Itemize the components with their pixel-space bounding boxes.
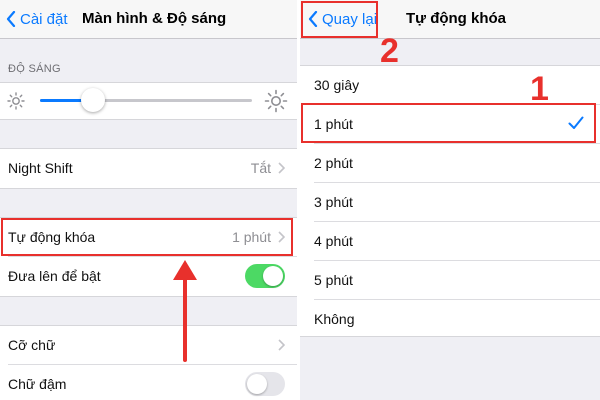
brightness-header: ĐỘ SÁNG: [8, 63, 61, 75]
chevron-right-icon: [278, 339, 285, 351]
toggle-knob: [263, 266, 283, 286]
bold-text-toggle[interactable]: [245, 372, 285, 396]
night-shift-value: Tắt: [250, 160, 271, 176]
option-3-minutes[interactable]: 3 phút: [300, 183, 600, 221]
option-label: 3 phút: [314, 194, 353, 210]
option-label: 4 phút: [314, 233, 353, 249]
sun-small-icon: [7, 92, 25, 110]
option-2-minutes[interactable]: 2 phút: [300, 144, 600, 182]
auto-lock-highlight-box: [1, 218, 293, 256]
option-label: 5 phút: [314, 272, 353, 288]
text-size-label: Cỡ chữ: [8, 337, 56, 353]
auto-lock-screen: Quay lại Tự động khóa 30 giây 1 phút 2 p…: [300, 0, 600, 400]
brightness-slider[interactable]: [40, 88, 252, 112]
night-shift-label: Night Shift: [8, 160, 73, 176]
back-button-highlight-box: [301, 1, 378, 38]
back-button-settings[interactable]: Cài đặt: [6, 0, 68, 38]
raise-to-wake-toggle[interactable]: [245, 264, 285, 288]
night-shift-row[interactable]: Night Shift Tắt: [0, 149, 297, 187]
option-never[interactable]: Không: [300, 300, 600, 338]
display-brightness-screen: Cài đặt Màn hình & Độ sáng ĐỘ SÁNG Night…: [0, 0, 297, 400]
toggle-knob: [247, 374, 267, 394]
option-highlight-box: [301, 103, 596, 143]
option-5-minutes[interactable]: 5 phút: [300, 261, 600, 299]
arrow-up-icon: [173, 260, 197, 362]
page-title: Màn hình & Độ sáng: [82, 10, 227, 27]
back-label: Cài đặt: [20, 10, 68, 28]
night-shift-group: Night Shift Tắt: [0, 148, 297, 189]
step-number-2: 2: [380, 32, 399, 70]
brightness-slider-thumb[interactable]: [81, 88, 105, 112]
option-label: Không: [314, 311, 355, 327]
raise-to-wake-row: Đưa lên để bật: [0, 257, 297, 295]
option-30-seconds[interactable]: 30 giây: [300, 66, 600, 104]
sun-large-icon: [264, 89, 288, 113]
chevron-left-icon: [6, 11, 16, 27]
text-size-row[interactable]: Cỡ chữ: [0, 326, 297, 364]
chevron-right-icon: [278, 162, 285, 174]
nav-bar: Cài đặt Màn hình & Độ sáng: [0, 0, 297, 39]
bold-text-label: Chữ đậm: [8, 376, 67, 392]
text-group: Cỡ chữ Chữ đậm: [0, 325, 297, 400]
bold-text-row: Chữ đậm: [0, 365, 297, 400]
option-label: 2 phút: [314, 155, 353, 171]
option-label: 30 giây: [314, 77, 360, 93]
option-4-minutes[interactable]: 4 phút: [300, 222, 600, 260]
page-title: Tự động khóa: [406, 10, 507, 27]
step-number-1: 1: [530, 70, 549, 108]
raise-to-wake-label: Đưa lên để bật: [8, 268, 101, 284]
